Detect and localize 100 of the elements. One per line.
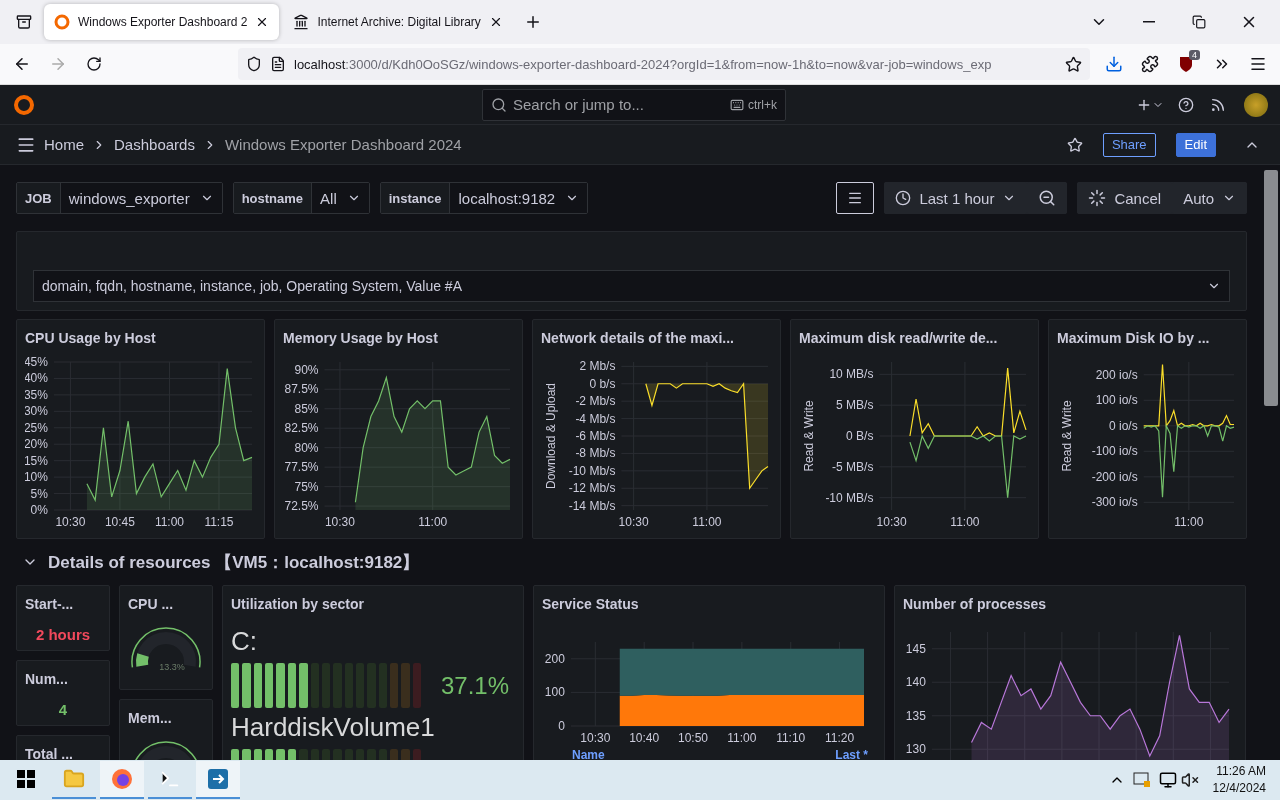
panel-title: Number of processes [902, 595, 1048, 614]
axis-tick-label: 10:50 [678, 731, 709, 745]
panel-title: Num... [24, 670, 69, 689]
axis-tick-label: 30% [25, 404, 48, 419]
breadcrumb-link[interactable]: Dashboards [114, 136, 195, 153]
axis-tick-label: 11:10 [776, 731, 806, 745]
speaker-muted-icon [1180, 771, 1199, 789]
axis-tick-label: 5 MB/s [836, 398, 874, 413]
axis-tick-label: 11:00 [692, 515, 722, 529]
search-field[interactable]: Search or jump to... ctrl+k [482, 88, 786, 121]
breadcrumb-link[interactable]: Home [44, 136, 84, 153]
axis-tick-label: 2 Mb/s [579, 359, 616, 374]
axis-tick-label: -6 Mb/s [575, 429, 616, 443]
axis-tick-label: 72.5% [284, 499, 319, 514]
axis-tick-label: 82.5% [284, 421, 319, 436]
axis-tick-label: 11:20 [825, 731, 855, 745]
panel-title: CPU Usage by Host [24, 329, 157, 348]
axis-tick-label: 10:30 [618, 515, 649, 529]
axis-tick-label: -14 Mb/s [568, 498, 616, 513]
panel-title: CPU ... [127, 595, 175, 614]
select-field[interactable]: domain, fqdn, hostname, instance, job, Operating System, Value #A [33, 270, 1230, 302]
axis-tick-label: 90% [294, 362, 319, 377]
axis-tick-label: 11:00 [418, 515, 448, 529]
stat-value: 2 hours [34, 626, 92, 643]
rss-icon [1210, 96, 1226, 113]
landmark-icon [293, 14, 310, 30]
shield-icon [246, 56, 262, 72]
user-avatar[interactable] [1244, 92, 1268, 117]
axis-tick-label: -10 MB/s [825, 490, 874, 505]
minimize-icon [1143, 21, 1155, 23]
axis-tick-label: 10% [25, 470, 48, 485]
panel-title: Maximum Disk IO by ... [1056, 329, 1211, 348]
axis-tick-label: -100 io/s [1091, 444, 1138, 459]
axis-tick-label: 100 io/s [1095, 393, 1138, 408]
search-icon [491, 96, 507, 113]
legend-header[interactable]: Name [572, 748, 605, 760]
axis-tick-label: 5% [30, 486, 48, 501]
address-field[interactable]: localhost:3000/d/Kdh0OoSGz/windows-exporter-dashboard-2024?orgId=1&from=now-1h&to=now&var-job=windows_exp [238, 48, 1090, 80]
reload-icon [86, 56, 102, 72]
share-button[interactable]: Share [1102, 132, 1156, 157]
breadcrumb-link[interactable]: Windows Exporter Dashboard 2024 [224, 136, 462, 153]
axis-tick-label: 200 [544, 651, 565, 666]
browser-tab[interactable]: Internet Archive: Digital Library [283, 4, 513, 40]
restore-icon [1192, 15, 1206, 29]
axis-tick-label: 11:00 [1174, 515, 1204, 529]
axis-tick-label: 135 [905, 708, 926, 723]
shield-icon [1178, 55, 1194, 73]
search-placeholder: Search or jump to... [513, 96, 644, 113]
axis-tick-label: 10:40 [629, 731, 660, 745]
remote-app-button[interactable] [196, 761, 240, 799]
axis-tick-label: 200 io/s [1095, 367, 1138, 382]
clock[interactable]: 11:26 AM 12/4/2024 [1202, 763, 1276, 797]
legend-header[interactable]: Last * [835, 748, 868, 760]
spinner-icon [1088, 189, 1107, 207]
scrollbar-thumb[interactable] [1264, 170, 1278, 406]
axis-tick-label: 25% [25, 420, 48, 435]
browser-tab[interactable]: Windows Exporter Dashboard 2 [44, 4, 280, 40]
axis-tick-label: -300 io/s [1091, 495, 1138, 510]
edit-button[interactable]: Edit [1175, 132, 1216, 157]
panel-title: Mem... [127, 709, 173, 728]
axis-tick-label: -5 MB/s [832, 459, 874, 474]
browser-logo-icon [111, 768, 133, 790]
axis-tick-label: 20% [25, 437, 48, 452]
axis-tick-label: 75% [294, 479, 319, 494]
axis-tick-label: 11:00 [154, 515, 185, 529]
axis-tick-label: 11:00 [727, 731, 757, 745]
axis-tick-label: 80% [294, 440, 319, 455]
axis-tick-label: 15% [25, 453, 48, 468]
axis-tick-label: 0 B/s [846, 429, 874, 443]
panel-title: Total ... [24, 745, 74, 760]
axis-tick-label: 10:30 [580, 731, 611, 745]
axis-tick-label: 0 io/s [1109, 418, 1138, 433]
axis-title: Read & Write [802, 400, 816, 472]
star-icon [1066, 136, 1083, 153]
menu-icon [847, 190, 864, 206]
windows-logo-icon [17, 770, 35, 788]
axis-tick-label: -8 Mb/s [575, 446, 616, 461]
axis-tick-label: -2 Mb/s [575, 394, 616, 409]
panel-title: Maximum disk read/write de... [798, 329, 999, 348]
panel-title: Utilization by sector [230, 595, 366, 614]
row-title[interactable]: Details of resources 【VM5：localhost:9182】 [48, 550, 420, 574]
axis-tick-label: 10:30 [876, 515, 907, 529]
zoom-out-icon [1038, 189, 1057, 207]
axis-tick-label: 145 [905, 641, 926, 656]
forward-arrow-icon [49, 55, 67, 73]
page-icon [270, 56, 286, 72]
extension-button[interactable]: 4 [1170, 48, 1202, 80]
view-options-button[interactable] [836, 182, 875, 214]
extension-badge: 4 [1189, 50, 1200, 60]
axis-title: Read & Write [1060, 400, 1074, 472]
help-icon [1178, 96, 1194, 113]
axis-tick-label: -10 Mb/s [568, 463, 616, 478]
axis-title: Download & Upload [544, 382, 558, 490]
window-icon [1132, 772, 1151, 788]
stat-value: 4 [57, 701, 69, 718]
puzzle-icon [1141, 55, 1159, 73]
axis-tick-label: 130 [905, 742, 926, 757]
arrow-app-icon [207, 768, 229, 790]
axis-tick-label: -4 Mb/s [575, 411, 616, 426]
axis-tick-label: 11:15 [204, 515, 234, 529]
